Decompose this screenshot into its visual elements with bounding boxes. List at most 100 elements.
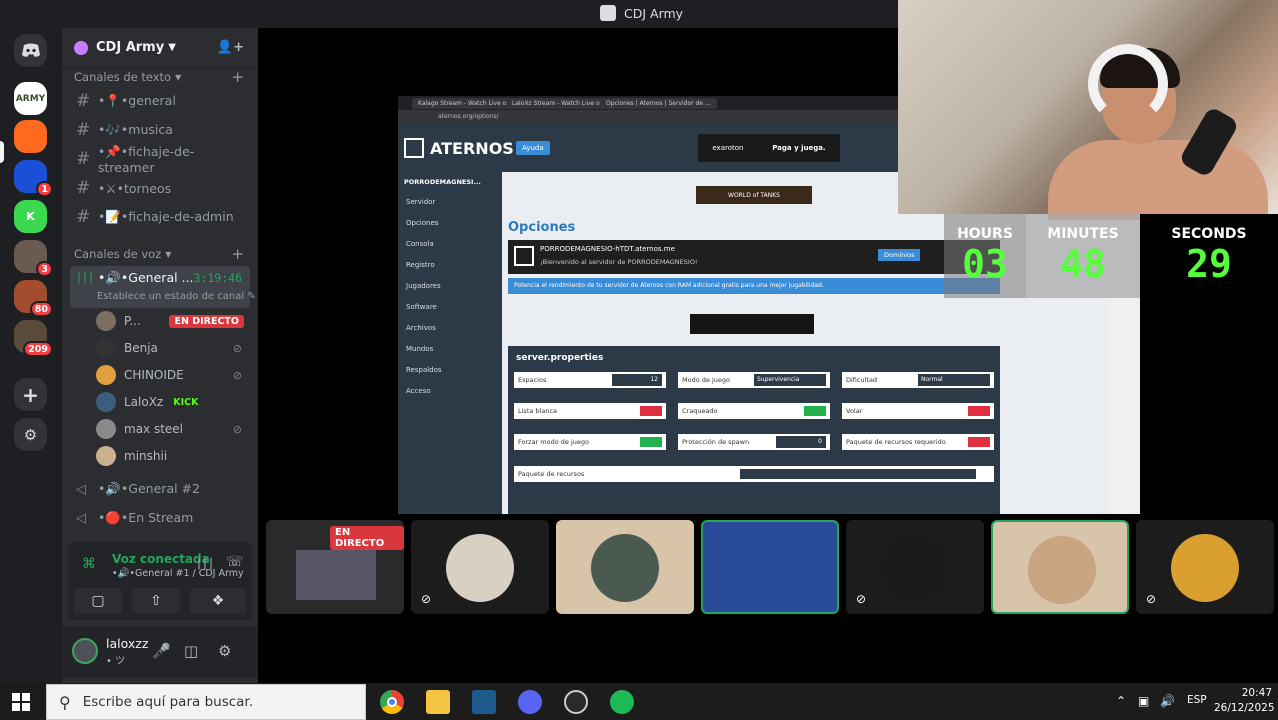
spotify-icon[interactable] <box>610 690 634 714</box>
user-panel: laloxzz • ツ 🎤 ◫ ⚙ <box>62 626 258 678</box>
stream-stage: Kalago Stream - Watch Live on ... LaloXz … <box>258 0 1278 683</box>
channel-sidebar: CDJ Army ▼ 👤+ Canales de texto ▼ + # •📍•g… <box>62 28 258 683</box>
microphone-icon[interactable]: 🎤 <box>152 642 171 660</box>
settings-gear-icon[interactable]: ⚙ <box>218 642 231 660</box>
aternos-nav-item: Archivos <box>406 324 436 332</box>
text-channel[interactable]: # •📍•general <box>70 88 250 114</box>
language-indicator[interactable]: ESP <box>1187 694 1207 706</box>
hash-icon: # <box>76 149 91 169</box>
prop-label: Paquete de recursos requerido <box>846 438 946 446</box>
member-name: Benja <box>124 341 158 355</box>
voice-activity-icon: ∣∣∣ <box>76 270 94 284</box>
server-icon[interactable]: 80 <box>14 280 53 317</box>
text-channel[interactable]: # •📌•fichaje-de-streamer <box>70 143 250 175</box>
toggle-off-icon <box>640 406 662 416</box>
hash-icon: # <box>76 207 91 227</box>
explore-servers-icon[interactable]: ⚙ <box>14 418 47 451</box>
server-icon[interactable]: K <box>14 200 47 233</box>
chrome-icon[interactable] <box>380 690 404 714</box>
noise-suppression-icon[interactable]: ∣∣∣ <box>196 556 214 570</box>
activities-button[interactable]: ❖ <box>190 588 246 614</box>
text-channel-name: •📌•fichaje-de-streamer <box>97 143 195 175</box>
voice-member[interactable]: max steel ⊘ <box>96 417 246 441</box>
voice-category[interactable]: Canales de voz ▼ + <box>74 245 244 263</box>
participant-tile[interactable]: ⊘ <box>411 520 549 614</box>
disconnect-icon[interactable]: ☏ <box>226 554 244 570</box>
participant-tile[interactable]: ⊘ <box>846 520 984 614</box>
hash-icon: # <box>76 178 91 198</box>
channel-status[interactable]: Establece un estado de canal ✎ <box>97 291 256 302</box>
clock-time: 20:47 <box>1241 687 1272 699</box>
property-field: Paquete de recursos requerido <box>842 434 994 450</box>
aternos-nav-item: Jugadores <box>406 282 441 290</box>
chevron-up-icon[interactable]: ⌃ <box>1116 694 1126 708</box>
member-avatar <box>96 365 116 385</box>
speaker-icon: ◁ <box>76 481 86 497</box>
member-name: minshii <box>124 449 168 463</box>
network-icon[interactable]: ▣ <box>1138 694 1149 708</box>
add-channel-icon[interactable]: + <box>231 68 244 86</box>
voice-member[interactable]: CHINOIDE ⊘ <box>96 363 246 387</box>
toggle-off-icon <box>968 437 990 447</box>
participant-tile[interactable]: EN DIRECTO <box>266 520 404 614</box>
guild-name: CDJ Army <box>96 40 165 55</box>
text-channel[interactable]: # •⚔•torneos <box>70 175 250 201</box>
add-channel-icon[interactable]: + <box>231 245 244 263</box>
help-button: Ayuda <box>516 141 550 155</box>
user-avatar[interactable] <box>72 638 98 664</box>
voice-channel-name: •🔊•General #2 <box>98 481 200 496</box>
text-channel[interactable]: # •🎶•musica <box>70 117 250 143</box>
discord-home-icon[interactable] <box>14 34 47 67</box>
participant-avatar <box>591 534 659 602</box>
participant-avatar <box>1028 536 1096 604</box>
share-screen-button[interactable]: ⇧ <box>132 588 180 614</box>
voice-member[interactable]: LaloXz KICK <box>96 390 246 414</box>
add-server-icon[interactable]: + <box>14 378 47 411</box>
text-category[interactable]: Canales de texto ▼ + <box>74 68 244 86</box>
participant-tile[interactable]: ⊘ <box>1136 520 1274 614</box>
guild-header[interactable]: CDJ Army ▼ 👤+ <box>62 28 258 68</box>
pencil-icon: ✎ <box>247 291 256 302</box>
ram-banner: Potencia el rendimiento de tu servidor d… <box>508 278 1000 294</box>
discord-taskbar-icon[interactable] <box>518 690 542 714</box>
volume-icon[interactable]: 🔊 <box>1160 694 1175 708</box>
voice-member[interactable]: P... EN DIRECTO <box>96 309 246 333</box>
aternos-sidebar: PORRODEMAGNESI... Servidor Opciones Consol… <box>398 172 502 514</box>
user-name[interactable]: laloxzz <box>106 636 148 651</box>
obs-icon[interactable] <box>564 690 588 714</box>
seconds-value: 29 <box>1186 242 1232 286</box>
headphones-icon[interactable]: ◫ <box>184 642 198 660</box>
league-client-icon[interactable] <box>472 690 496 714</box>
prop-label: Volar <box>846 407 863 415</box>
participant-tile[interactable] <box>991 520 1129 614</box>
tank-ad <box>690 314 814 334</box>
server-icon[interactable]: ARMY <box>0 82 47 163</box>
server-icon[interactable] <box>14 120 47 153</box>
participant-tile[interactable] <box>701 520 839 614</box>
voice-timer: 3:19:46 <box>193 271 242 285</box>
prop-label: Modo de juego <box>682 376 730 384</box>
voice-channel[interactable]: ◁ •🔴•En Stream <box>70 505 250 531</box>
file-explorer-icon[interactable] <box>426 690 450 714</box>
voice-member[interactable]: minshii <box>96 444 246 468</box>
property-field: Protección de spawn 0 <box>678 434 830 450</box>
clock[interactable]: 20:47 26/12/2025 <box>1214 686 1275 716</box>
hours-column: HOURS 03 <box>944 214 1026 298</box>
mic-muted-icon: ⊘ <box>232 341 242 355</box>
signal-icon[interactable]: ⌘ <box>82 556 96 572</box>
aternos-logo: ATERNOS <box>404 138 514 158</box>
aternos-nav-item: Registro <box>406 261 435 269</box>
invite-member-icon[interactable]: 👤+ <box>217 40 244 55</box>
taskbar-search[interactable]: ⚲ Escribe aquí para buscar. <box>46 684 366 720</box>
server-icon[interactable]: 209 <box>14 320 53 357</box>
server-icon[interactable]: 3 <box>14 240 53 277</box>
text-channel[interactable]: # •📝•fichaje-de-admin <box>70 204 250 230</box>
options-title: Opciones <box>508 220 576 235</box>
voice-member[interactable]: Benja ⊘ <box>96 336 246 360</box>
channel-status-text: Establece un estado de canal <box>97 291 245 302</box>
voice-channel[interactable]: ◁ •🔊•General #2 <box>70 476 250 502</box>
server-icon[interactable]: 1 <box>14 160 53 197</box>
participant-tile[interactable] <box>556 520 694 614</box>
camera-off-button[interactable]: ▢ <box>74 588 122 614</box>
windows-start-icon[interactable] <box>12 693 30 711</box>
